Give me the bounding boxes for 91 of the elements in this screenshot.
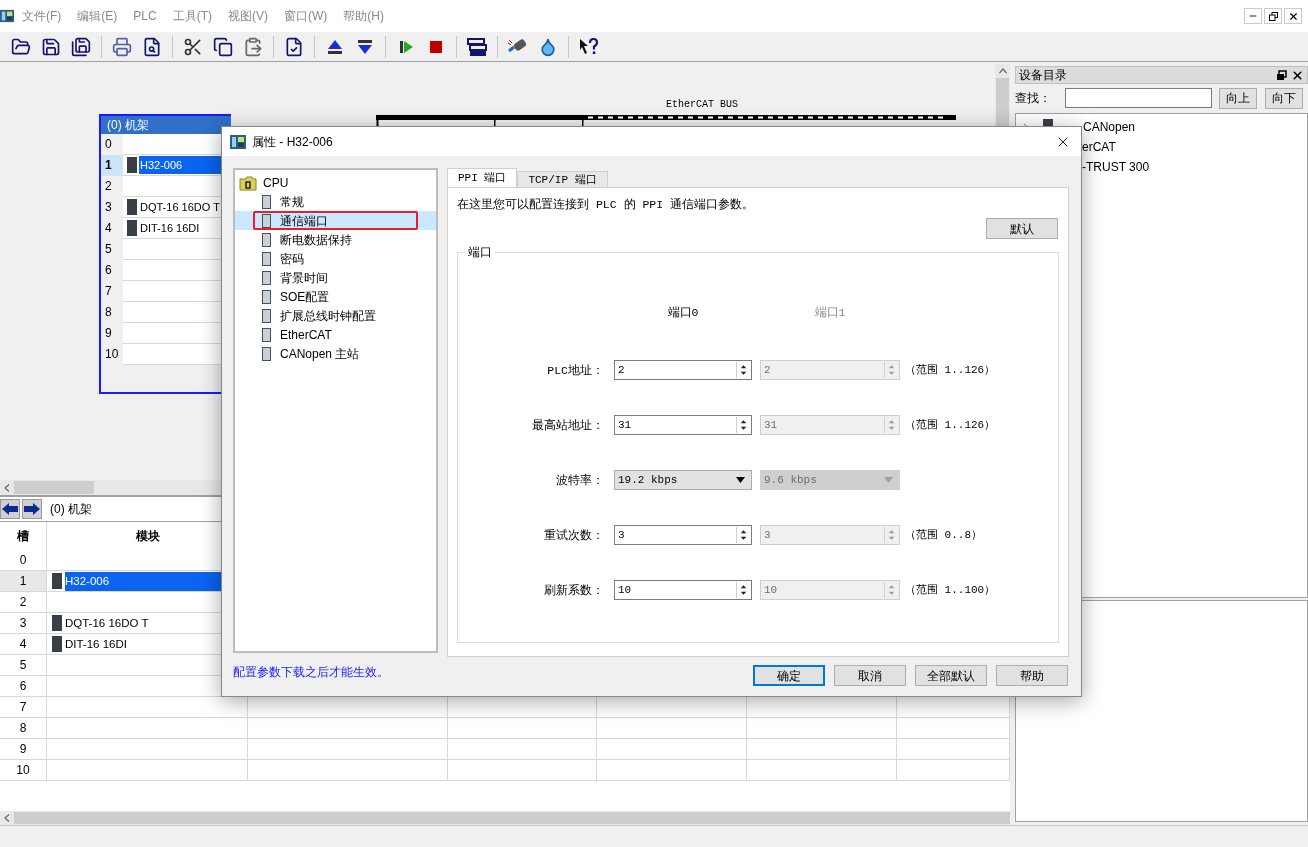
folder-icon [239, 175, 257, 191]
dialog-button[interactable]: 确定 [753, 665, 825, 686]
tree-item[interactable]: SOE配置 [280, 287, 330, 306]
restore-icon[interactable] [1264, 8, 1282, 24]
range-hint: （范围 1..126） [905, 363, 996, 378]
field-label: PLC地址： [547, 362, 604, 379]
tree-item[interactable]: 背景时间 [280, 268, 328, 287]
rack-title: (0) 机架 [101, 116, 231, 134]
scroll-left-icon[interactable] [4, 814, 10, 822]
search-field[interactable] [1065, 88, 1212, 108]
dialog-button[interactable]: 取消 [834, 665, 906, 686]
note-text: 配置参数下载之后才能生效。 [233, 664, 390, 681]
default-button[interactable]: 默认 [986, 218, 1058, 240]
tree-item[interactable]: CANopen 主站 [280, 344, 360, 363]
tree-root[interactable]: CPU [263, 174, 289, 192]
description-text: 在这里您可以配置连接到 PLC 的 PPI 通信端口参数。 [457, 197, 755, 213]
tree-item[interactable]: 常规 [280, 192, 304, 211]
module-name[interactable]: H32-006 [139, 156, 223, 174]
menu-item[interactable]: 视图(V) [228, 7, 268, 25]
page-icon [262, 308, 271, 323]
column-header: 模块 [134, 528, 161, 545]
tree-item[interactable]: erCAT [1082, 138, 1116, 156]
number-field[interactable]: 2 [614, 360, 752, 381]
scroll-up-icon[interactable] [998, 68, 1007, 74]
page-icon [262, 289, 271, 304]
field-label: 最高站地址： [532, 417, 604, 434]
page-icon [262, 232, 271, 247]
field-label: 重试次数： [544, 527, 604, 544]
page-icon [262, 213, 271, 228]
dropdown-field[interactable]: 19.2 kbps [614, 470, 752, 491]
tree-item[interactable]: 扩展总线时钟配置 [280, 306, 376, 325]
dropdown-arrow-icon[interactable] [736, 477, 745, 484]
tab[interactable]: PPI 端口 [447, 168, 518, 187]
panel-title: 设备目录 [1019, 67, 1067, 84]
range-hint: （范围 1..126） [905, 418, 996, 433]
menu-item[interactable]: 工具(T) [172, 7, 212, 25]
tree-item[interactable]: -TRUST 300 [1082, 158, 1150, 176]
menu-item[interactable]: 编辑(E) [77, 7, 118, 25]
tab[interactable]: TCP/IP 端口 [517, 171, 608, 187]
scrollbar-thumb[interactable] [14, 812, 1010, 824]
scrollbar-thumb[interactable] [14, 481, 94, 494]
slot-number: 1 [101, 155, 123, 176]
module-icon [127, 220, 137, 236]
module-icon [51, 615, 62, 631]
menu-item[interactable]: PLC [133, 7, 157, 25]
tree-item[interactable]: EtherCAT [280, 325, 332, 344]
app-icon [230, 134, 246, 149]
page-icon [262, 194, 271, 209]
find-up-button[interactable]: 向上 [1219, 87, 1257, 109]
field-label: 波特率： [556, 472, 604, 489]
restore-icon[interactable] [1276, 69, 1287, 81]
module-icon [127, 199, 137, 215]
scroll-left-icon[interactable] [4, 483, 10, 492]
field-label: 刷新系数： [544, 582, 604, 599]
module-cell[interactable]: DQT-16 16DO T [64, 613, 149, 633]
range-hint: （范围 0..8） [905, 528, 982, 543]
app-icon [0, 9, 14, 23]
menu-item[interactable]: 文件(F) [22, 7, 62, 25]
module-icon [127, 157, 137, 173]
number-field[interactable]: 3 [614, 525, 752, 546]
dialog-title: 属性 - H32-006 [252, 133, 334, 151]
search-label: 查找： [1015, 90, 1052, 107]
horizontal-scrollbar[interactable] [0, 811, 1010, 825]
range-hint: （范围 1..100） [905, 583, 996, 598]
tree-item[interactable]: 断电数据保持 [280, 230, 352, 249]
close-icon[interactable] [1284, 8, 1302, 24]
port-header: 端口0 [667, 305, 699, 321]
dialog-button[interactable]: 帮助 [996, 665, 1068, 686]
close-icon[interactable] [1291, 68, 1304, 82]
menu-item[interactable]: 帮助(H) [343, 7, 384, 25]
number-field[interactable]: 10 [614, 580, 752, 601]
bus-label: EtherCAT BUS [666, 100, 738, 110]
page-icon [262, 251, 271, 266]
page-icon [262, 270, 271, 285]
slot-cell: 1 [0, 571, 47, 591]
module-icon [51, 636, 62, 652]
find-down-button[interactable]: 向下 [1265, 87, 1303, 109]
number-field[interactable]: 31 [614, 415, 752, 436]
rack-title: (0) 机架 [50, 501, 92, 518]
menu-item[interactable]: 窗口(W) [284, 7, 328, 25]
port-header: 端口1 [814, 305, 846, 321]
module-name[interactable]: DIT-16 16DI [139, 219, 201, 237]
page-icon [262, 327, 271, 342]
module-icon [51, 573, 62, 589]
group-title: 端口 [465, 244, 495, 261]
dialog-button[interactable]: 全部默认 [915, 665, 987, 686]
tree-item[interactable]: 密码 [280, 249, 304, 268]
page-icon [262, 346, 271, 361]
module-cell[interactable]: DIT-16 16DI [64, 634, 127, 654]
tree-item[interactable]: CANopen [1083, 118, 1136, 136]
module-name[interactable]: DQT-16 16DO T [139, 198, 221, 216]
